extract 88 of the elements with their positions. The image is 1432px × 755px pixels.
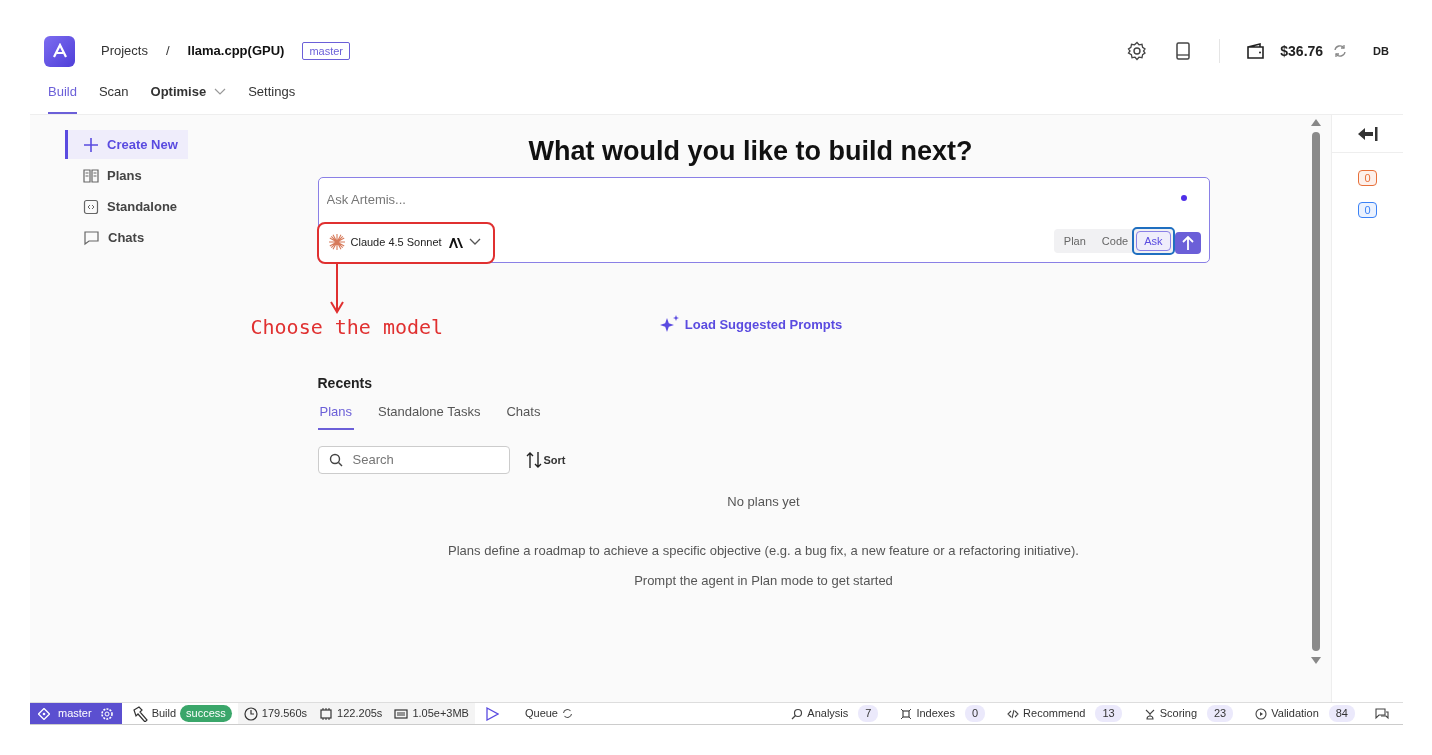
hammer-icon (131, 705, 148, 722)
breadcrumb-separator: / (165, 42, 170, 61)
sidebar-item[interactable]: Chats (65, 223, 155, 252)
nav-tab[interactable]: Optimise (150, 80, 227, 114)
refresh-icon[interactable] (1333, 44, 1348, 58)
annotation-text: Choose the model (250, 314, 444, 342)
metric-label[interactable]: Validation (1271, 705, 1319, 722)
recents-tab[interactable]: Standalone Tasks (376, 400, 483, 430)
logo-mark-icon (51, 43, 68, 59)
sort-icon (525, 450, 542, 469)
timing-value: 179.560s (261, 706, 308, 722)
settings-icon (99, 706, 114, 721)
timing-value: 122.205s (337, 706, 383, 722)
annotation-arrow (328, 264, 345, 315)
sparkle-icon (328, 234, 345, 251)
count-badge: 23 (1207, 705, 1234, 722)
chip-icon (319, 706, 334, 721)
balance-amount: $36.76 (1280, 41, 1324, 61)
metric-label[interactable]: Recommend (1023, 705, 1086, 722)
count-badge: 84 (1328, 705, 1355, 722)
play-circle-icon[interactable] (1255, 707, 1268, 720)
code-icon (83, 198, 99, 215)
empty-state-text: Plans define a roadmap to achieve a specific objective (e.g. a bug fix, a new feature or a refactoring initiative). (447, 542, 1080, 561)
book-icon (83, 167, 99, 184)
sort-button[interactable]: Sort (525, 450, 566, 469)
send-button[interactable] (1174, 232, 1201, 255)
metric-label[interactable]: Analysis (807, 705, 849, 722)
plus-icon (83, 136, 99, 153)
model-selector[interactable]: Claude 4.5 Sonnet (324, 229, 485, 255)
nav-tab[interactable]: Settings (248, 80, 296, 114)
queue-label: Queue (524, 706, 558, 722)
sidebar-item[interactable]: Plans (65, 161, 152, 190)
prompt-box[interactable]: Ask Artemis... Claude 4.5 Sonnet Plan Code Ask (317, 177, 1210, 264)
mode-toggle[interactable]: Code (1093, 230, 1137, 252)
metric-label[interactable]: Scoring (1159, 705, 1197, 722)
vendor-logo-icon (447, 236, 463, 248)
mode-toggle[interactable]: Plan (1055, 230, 1094, 252)
counter-badge: 0 (1358, 202, 1377, 218)
scrollbar-thumb[interactable] (1312, 132, 1320, 651)
suggested-prompts-link[interactable]: Load Suggested Prompts (652, 313, 849, 336)
branch-tag: master (302, 41, 350, 61)
refresh-icon[interactable] (562, 708, 573, 719)
user-initials[interactable]: DB (1373, 42, 1389, 60)
status-badge: success (180, 705, 232, 722)
chevron-icon (468, 238, 481, 247)
arrow-left-bar-icon (1356, 125, 1379, 142)
recents-tab[interactable]: Plans (317, 400, 355, 430)
prompt-input[interactable]: Ask Artemis... (318, 178, 919, 222)
search-icon (328, 452, 343, 467)
nav-tab[interactable]: Scan (98, 80, 129, 114)
mode-toggle[interactable]: Ask (1136, 230, 1171, 252)
empty-state-title: No plans yet (726, 492, 801, 511)
status-dot (1180, 195, 1187, 202)
search-input[interactable]: Search (350, 449, 491, 471)
scroll-up-icon[interactable] (1311, 119, 1321, 126)
branch-icon (38, 707, 50, 720)
search-icon[interactable] (791, 707, 804, 720)
settings-icon[interactable] (1127, 41, 1148, 61)
search-field[interactable]: Search (317, 445, 510, 474)
index-icon[interactable] (900, 707, 913, 720)
chat-icon[interactable] (1375, 707, 1389, 720)
counter-badge: 0 (1358, 170, 1377, 186)
recents-tab[interactable]: Chats (504, 400, 543, 430)
count-badge: 0 (964, 705, 986, 722)
empty-state-text: Prompt the agent in Plan mode to get started (633, 571, 894, 590)
count-badge: 7 (858, 705, 879, 722)
chat-icon (83, 229, 100, 246)
branch-button[interactable]: master (30, 703, 122, 724)
breadcrumb-link[interactable]: Projects (101, 41, 148, 61)
clock-icon (243, 706, 258, 721)
scoring-icon[interactable] (1143, 707, 1156, 720)
sidebar-item[interactable]: Standalone (65, 192, 188, 221)
code-icon[interactable] (1007, 707, 1020, 720)
sidebar-item[interactable]: Create New (65, 130, 188, 159)
project-name: llama.cpp(GPU) (187, 42, 285, 61)
count-badge: 13 (1095, 705, 1122, 722)
page-heading: What would you like to build next? (528, 135, 973, 168)
build-label: Build (151, 706, 177, 722)
timing-value: 1.05e+3MB (412, 706, 469, 722)
arrow-up-icon (1181, 236, 1194, 251)
memory-icon (394, 706, 409, 721)
scroll-down-icon[interactable] (1311, 657, 1321, 664)
section-title: Recents (317, 374, 373, 394)
chevron-icon (214, 88, 227, 97)
wallet-icon (1246, 42, 1267, 60)
play-icon[interactable] (484, 706, 499, 721)
metric-label[interactable]: Indexes (916, 705, 955, 722)
annotation-highlight (1132, 226, 1175, 256)
